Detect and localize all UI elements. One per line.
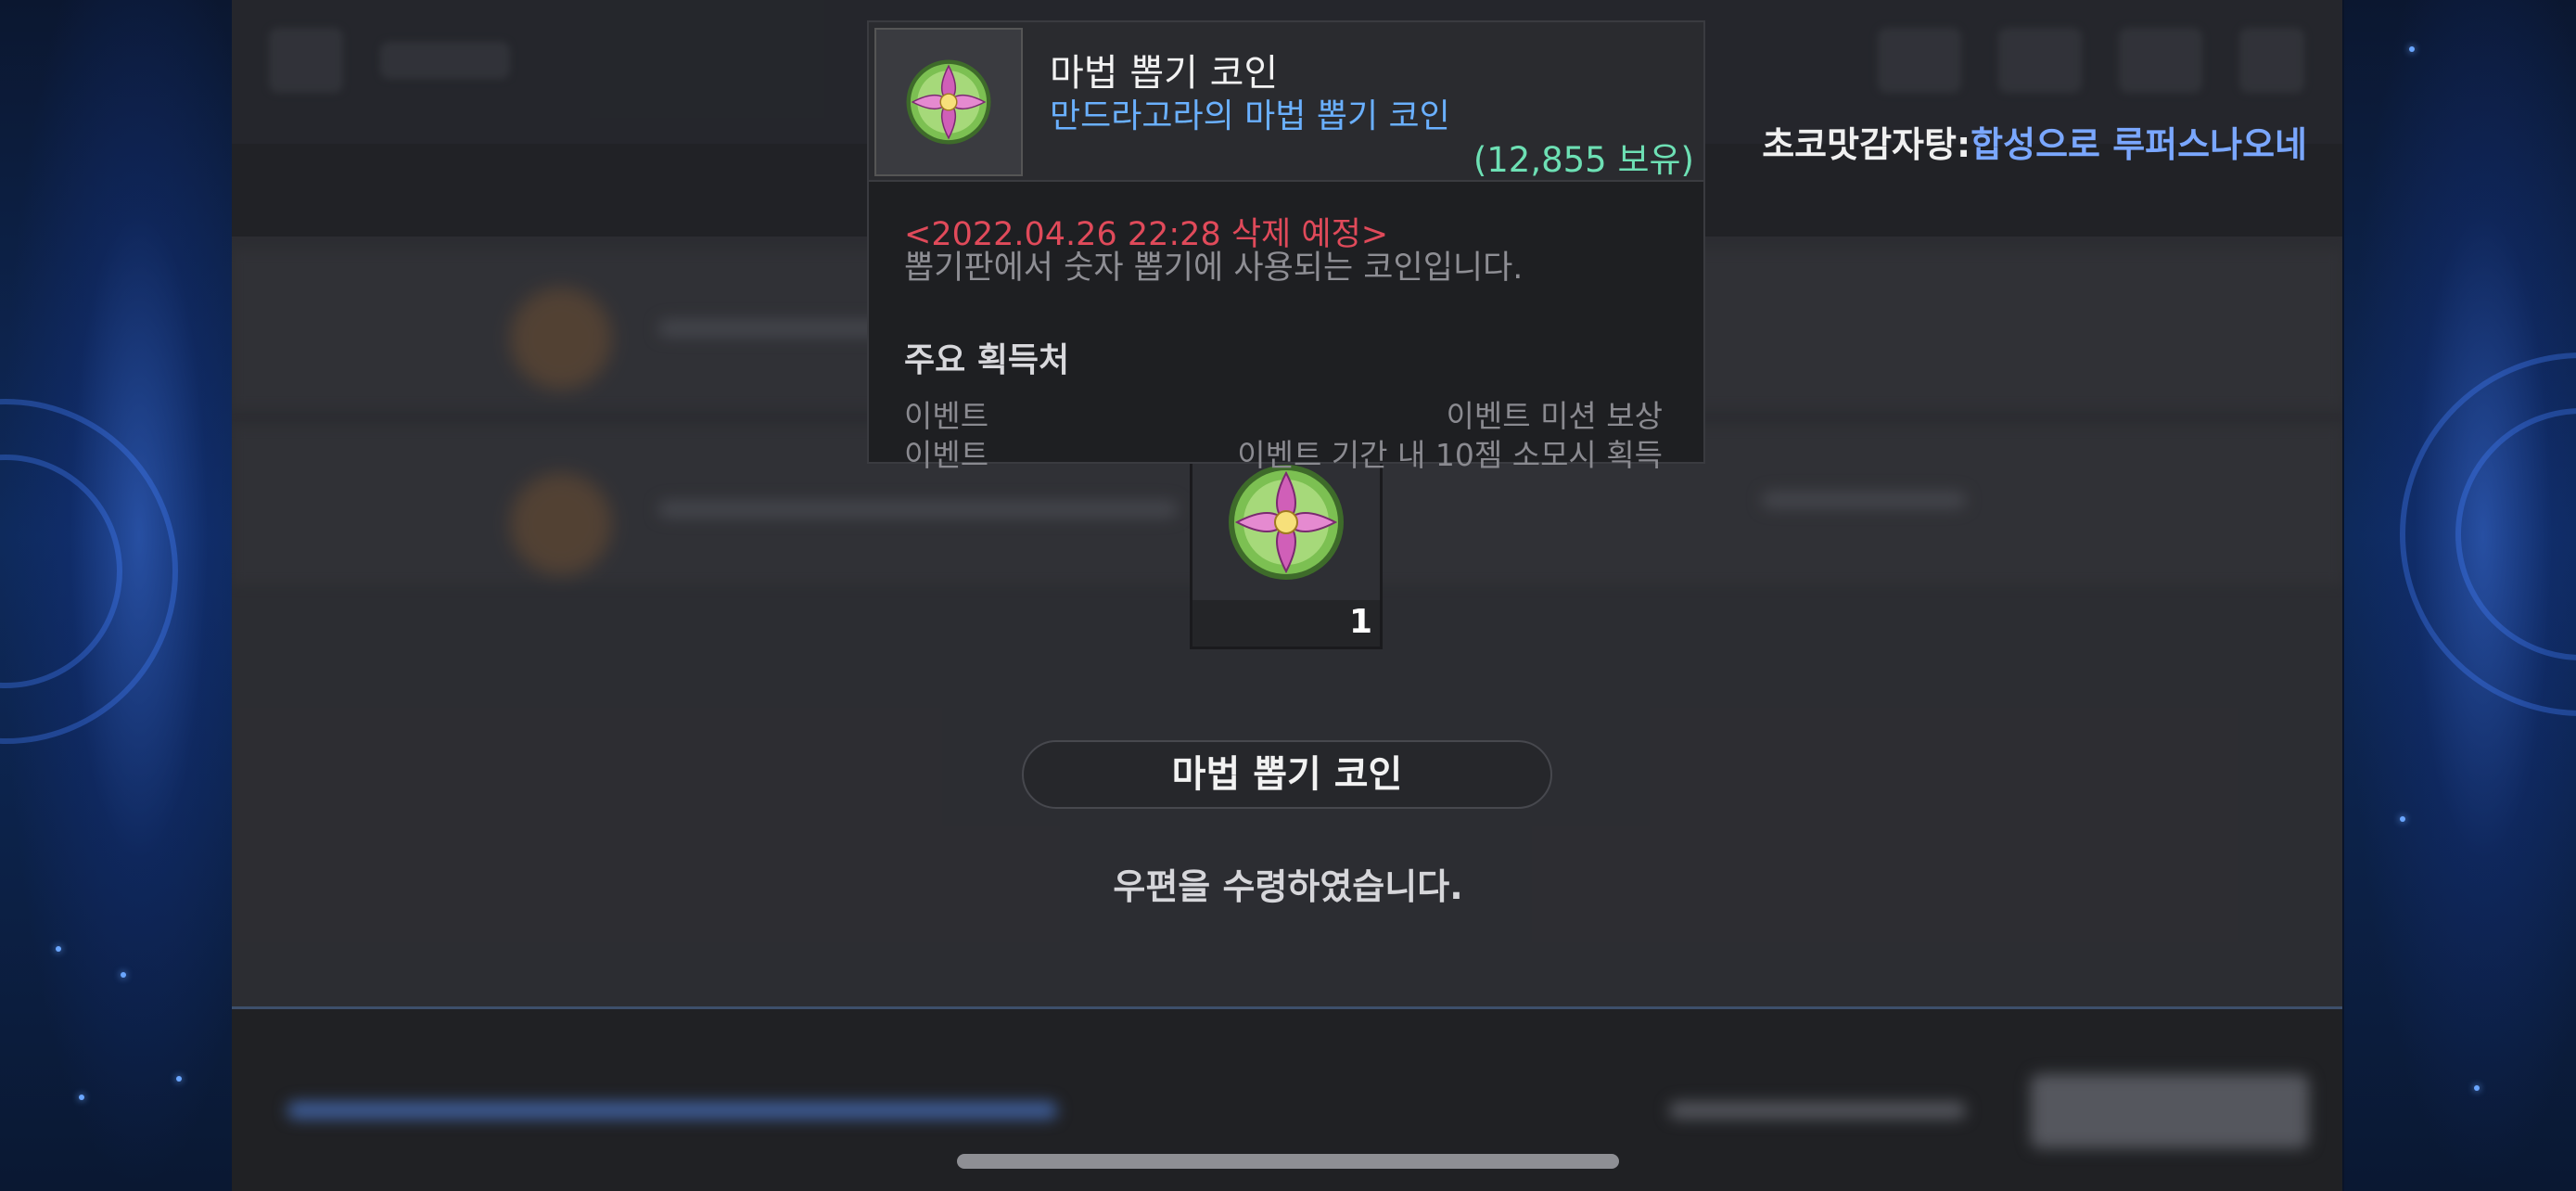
reward-message: 우편을 수령하였습니다. — [1113, 866, 1463, 907]
reward-item-name: 마법 뽑기 코인 — [1022, 740, 1552, 809]
source-detail: 이벤트 미션 보상 — [1446, 398, 1664, 434]
bottom-text — [1669, 1102, 1966, 1119]
tooltip-header: 마법 뽑기 코인 만드라고라의 마법 뽑기 코인 (12,855 보유) — [869, 22, 1703, 182]
source-detail: 이벤트 기간 내 10젬 소모시 획득 — [1237, 437, 1663, 473]
tooltip-sources-title: 주요 획득처 — [904, 341, 1070, 379]
item-tooltip: 마법 뽑기 코인 만드라고라의 마법 뽑기 코인 (12,855 보유) <20… — [867, 20, 1705, 473]
receive-all-button[interactable] — [2031, 1074, 2309, 1148]
home-indicator[interactable] — [957, 1154, 1619, 1169]
star — [2400, 816, 2405, 822]
banner-separator: : — [1956, 124, 1971, 165]
reward-item-slot[interactable]: 1 — [1190, 450, 1383, 649]
star — [2474, 1085, 2480, 1091]
tooltip-icon-frame — [874, 28, 1023, 176]
banner-message: 합성으로 루퍼스나오네 — [1970, 124, 2307, 165]
item-quantity: 1 — [1348, 603, 1372, 641]
right-backdrop — [2344, 0, 2576, 1191]
tooltip-item-subtitle: 만드라고라의 마법 뽑기 코인 — [1050, 97, 1450, 135]
left-backdrop — [0, 0, 232, 1191]
source-type: 이벤트 — [904, 398, 989, 434]
mandragora-coin-icon — [906, 59, 991, 145]
star — [2409, 46, 2415, 52]
star — [176, 1076, 182, 1082]
tooltip-description: 뽑기판에서 숫자 뽑기에 사용되는 코인입니다. — [904, 250, 1524, 287]
tooltip-source-row: 이벤트 이벤트 기간 내 10젬 소모시 획득 — [904, 430, 1663, 475]
banner-name: 초코맛감자탕 — [1762, 124, 1957, 165]
star — [79, 1095, 84, 1100]
source-type: 이벤트 — [904, 437, 989, 473]
star — [56, 946, 61, 952]
tooltip-owned-count: (12,855 보유) — [1473, 140, 1694, 180]
bottom-notice — [287, 1102, 1057, 1119]
star — [121, 972, 126, 978]
tooltip-source-row: 이벤트 이벤트 미션 보상 — [904, 391, 1663, 436]
chat-banner: 초코맛감자탕:합성으로 루퍼스나오네 — [1762, 116, 2307, 167]
